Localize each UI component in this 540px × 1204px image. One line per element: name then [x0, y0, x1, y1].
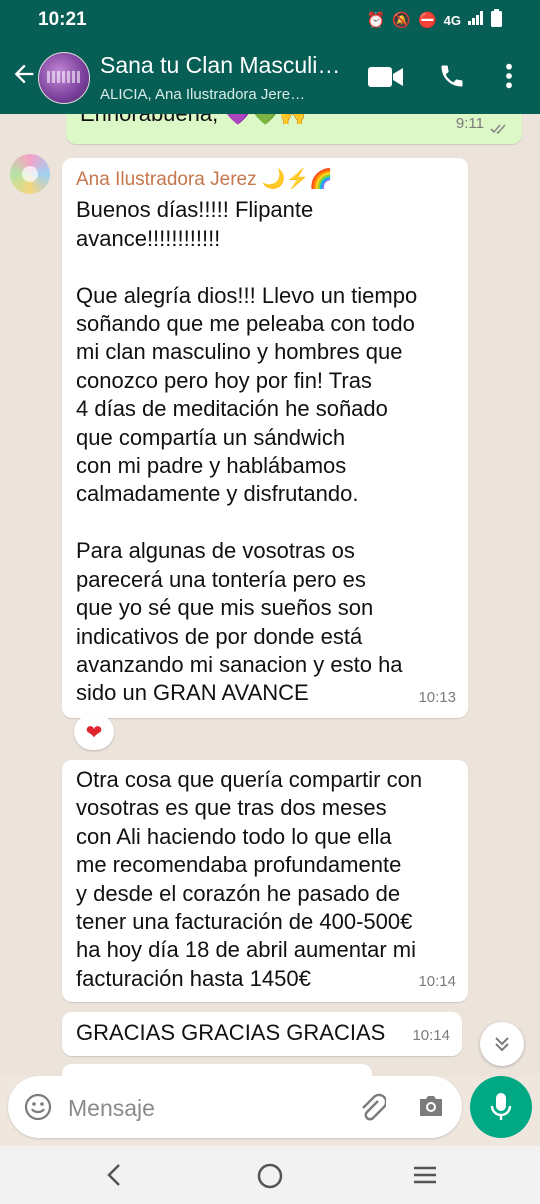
silent-icon: 🔕	[392, 12, 411, 29]
nav-home-icon[interactable]	[256, 1162, 284, 1190]
status-time: 10:21	[38, 9, 87, 30]
status-icons: ⏰ 🔕 ⛔ 4G	[367, 9, 502, 31]
camera-icon[interactable]	[417, 1093, 445, 1119]
back-arrow-icon[interactable]	[10, 60, 38, 88]
message-time: 9:11	[455, 114, 484, 132]
network-label: 4G	[443, 12, 461, 28]
system-nav-bar	[0, 1146, 540, 1204]
double-chevron-down-icon	[495, 1037, 509, 1052]
scroll-down-button[interactable]	[480, 1022, 524, 1066]
emoji-icon[interactable]	[24, 1093, 52, 1121]
group-participants[interactable]: ALICIA, Ana Ilustradora Jere…	[100, 86, 305, 103]
group-title[interactable]: Sana tu Clan Masculi…	[100, 52, 340, 79]
more-options-icon[interactable]	[500, 62, 518, 90]
heart-reaction[interactable]: ❤	[74, 714, 114, 750]
sender-name[interactable]: Ana Ilustradora Jerez 🌙⚡🌈	[76, 166, 417, 194]
sender-avatar[interactable]	[10, 154, 50, 194]
alarm-icon: ⏰	[366, 12, 386, 29]
outgoing-message-text: Enhorabuena, 💜💚🙌	[80, 114, 307, 128]
incoming-message[interactable]: Ana Ilustradora Jerez 🌙⚡🌈 Buenos días!!!…	[62, 158, 468, 718]
message-time: 10:14	[418, 972, 456, 990]
chat-area[interactable]: Enhorabuena, 💜💚🙌 9:11 Ana Ilustradora Je…	[0, 114, 540, 1076]
microphone-icon	[490, 1093, 512, 1120]
battery-icon	[491, 9, 502, 31]
video-call-icon[interactable]	[368, 62, 404, 92]
nav-back-icon[interactable]	[104, 1162, 124, 1188]
attach-icon[interactable]	[358, 1091, 386, 1123]
dnd-icon: ⛔	[417, 12, 437, 29]
signal-icon	[468, 11, 484, 29]
double-check-icon	[490, 124, 506, 135]
voice-call-icon[interactable]	[438, 62, 466, 90]
message-input[interactable]: Mensaje	[68, 1095, 155, 1122]
incoming-message[interactable]: GRACIAS GRACIAS GRACIAS 10:14	[62, 1012, 462, 1056]
message-time: 10:14	[412, 1026, 450, 1044]
outgoing-message[interactable]: Enhorabuena, 💜💚🙌 9:11	[66, 114, 522, 144]
group-avatar[interactable]	[38, 52, 90, 104]
chat-header: Sana tu Clan Masculi… ALICIA, Ana Ilustr…	[0, 40, 540, 114]
nav-recents-icon[interactable]	[412, 1162, 438, 1188]
message-text: GRACIAS GRACIAS GRACIAS	[76, 1020, 386, 1045]
incoming-message[interactable]	[62, 1064, 372, 1076]
message-text: Buenos días!!!!! Flipante avance!!!!!!!!…	[76, 197, 418, 706]
message-input-bar: Mensaje	[8, 1076, 462, 1138]
incoming-message[interactable]: Otra cosa que quería compartir con vosot…	[62, 760, 468, 1002]
voice-message-button[interactable]	[470, 1076, 532, 1138]
message-time: 10:13	[418, 688, 456, 706]
message-text: Otra cosa que quería compartir con vosot…	[76, 767, 423, 991]
status-bar: 10:21 ⏰ 🔕 ⛔ 4G	[0, 0, 540, 40]
